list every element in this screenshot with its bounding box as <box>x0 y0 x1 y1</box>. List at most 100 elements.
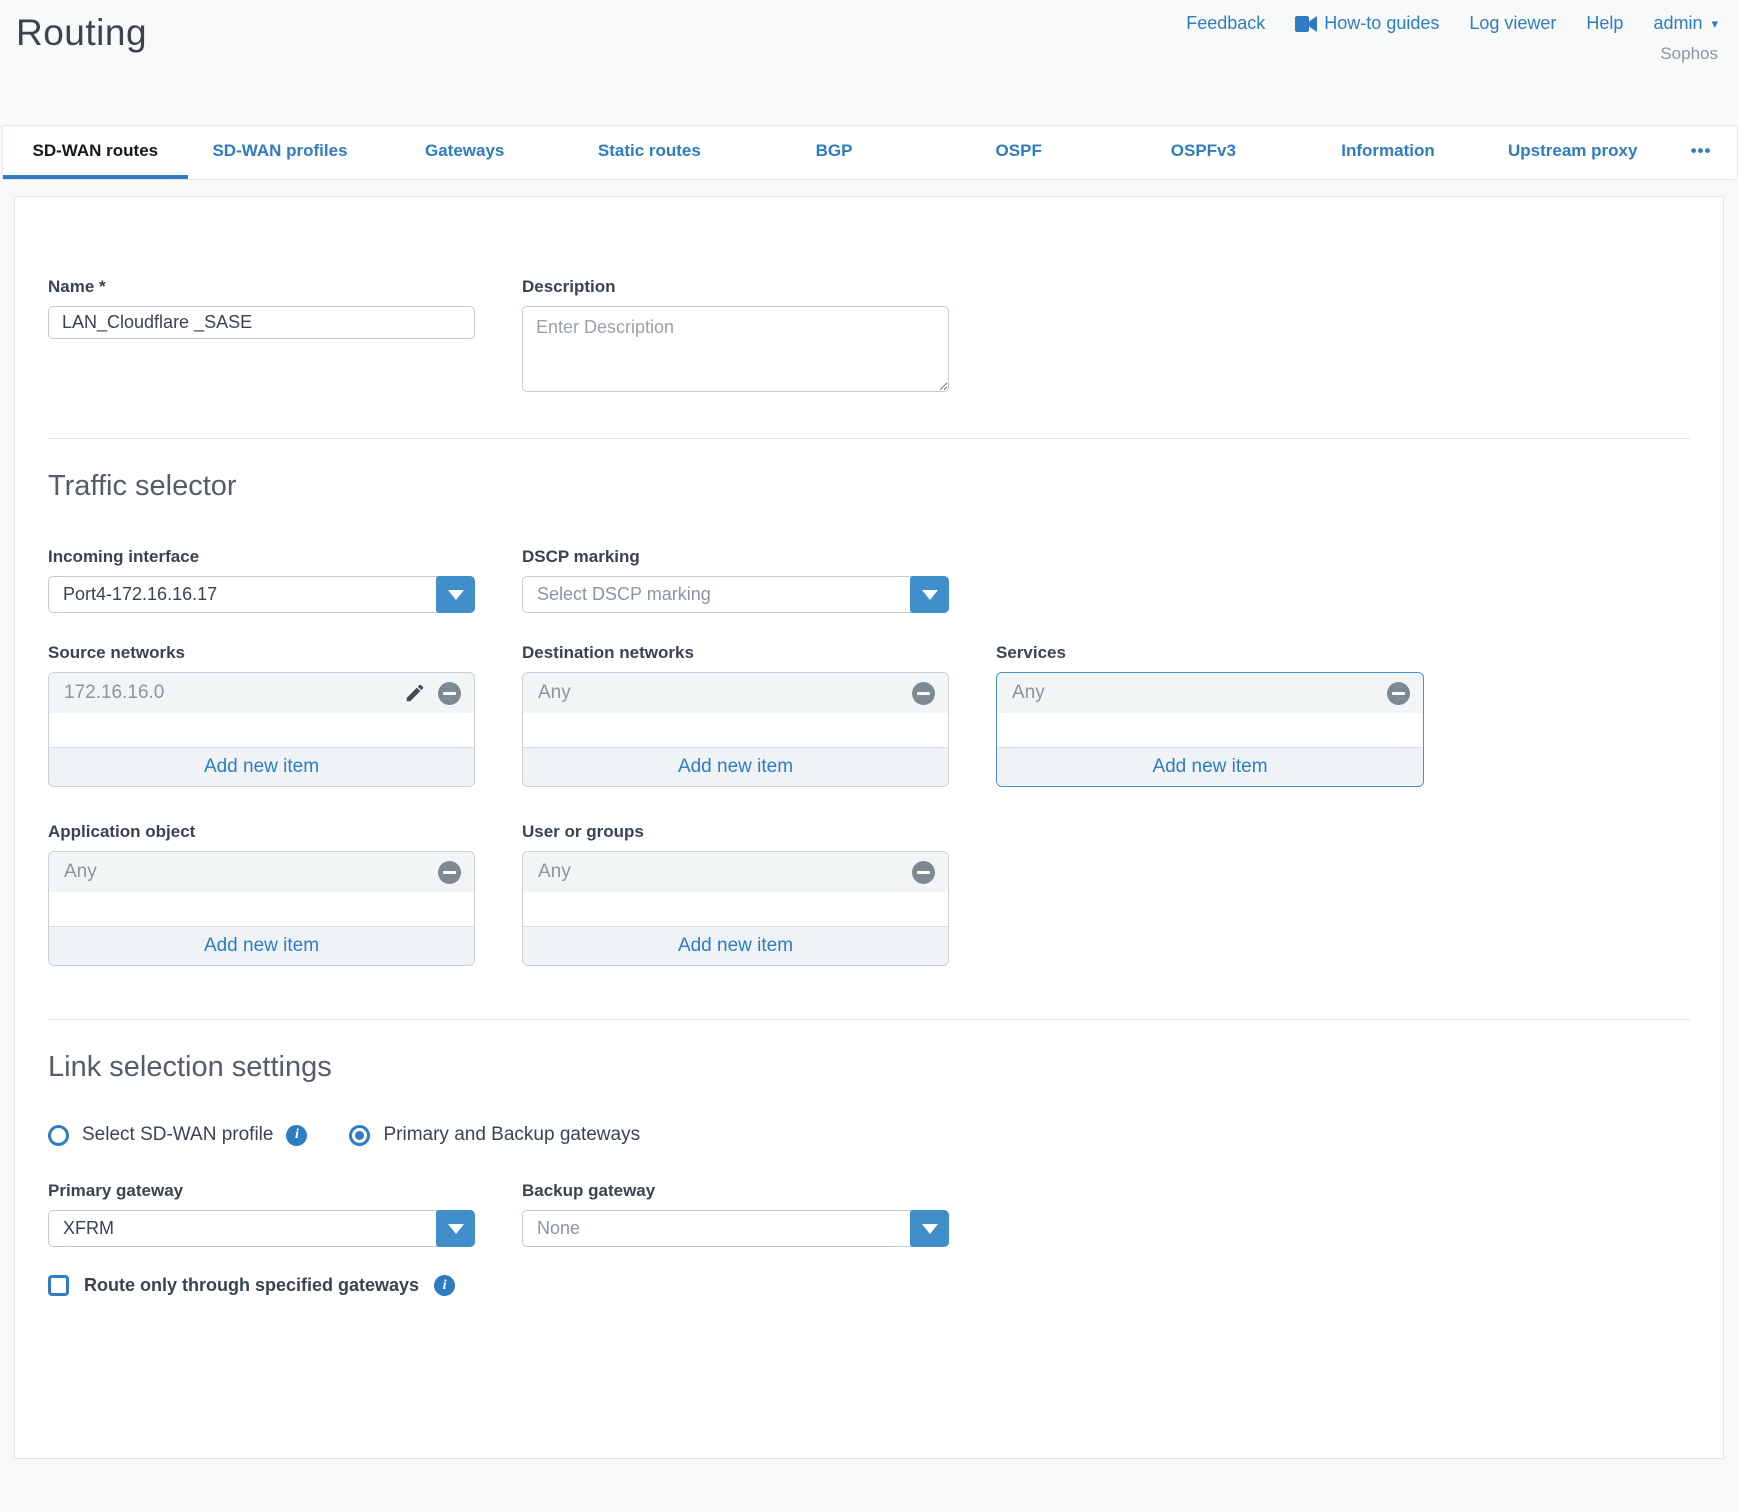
info-icon[interactable]: i <box>434 1275 455 1296</box>
primary-gateway-value: XFRM <box>63 1218 114 1239</box>
route-form-card: Name * Description Traffic selector Inco… <box>14 196 1724 1459</box>
howto-guides-link[interactable]: How-to guides <box>1295 13 1439 34</box>
application-object-listbox: Any Add new item <box>48 851 475 966</box>
remove-minus-icon[interactable] <box>438 861 461 884</box>
app-user-row: Application object Any Add new item User… <box>48 822 1690 966</box>
info-icon[interactable]: i <box>286 1125 307 1146</box>
primary-gateway-select[interactable]: XFRM <box>48 1210 475 1247</box>
source-networks-listbox: 172.16.16.0 Add new item <box>48 672 475 787</box>
backup-gateway-value: None <box>537 1218 580 1239</box>
remove-minus-icon[interactable] <box>1387 682 1410 705</box>
dropdown-button[interactable] <box>910 1210 949 1247</box>
route-only-checkbox[interactable] <box>48 1275 69 1296</box>
help-link[interactable]: Help <box>1586 13 1623 34</box>
application-object-label: Application object <box>48 822 475 842</box>
dropdown-button[interactable] <box>436 1210 475 1247</box>
radio-select-sdwan-profile[interactable]: Select SD-WAN profile i <box>48 1124 307 1146</box>
edit-pencil-icon[interactable] <box>404 682 426 704</box>
incoming-interface-label: Incoming interface <box>48 547 475 567</box>
backup-gateway-label: Backup gateway <box>522 1181 949 1201</box>
list-item-value: Any <box>64 861 426 883</box>
route-only-checkbox-row: Route only through specified gateways i <box>48 1275 1690 1296</box>
remove-minus-icon[interactable] <box>912 861 935 884</box>
primary-gateway-label: Primary gateway <box>48 1181 475 1201</box>
name-description-row: Name * Description <box>48 277 1690 397</box>
tab-ospf[interactable]: OSPF <box>926 126 1111 179</box>
list-item-value: Any <box>1012 682 1375 704</box>
route-only-checkbox-label: Route only through specified gateways <box>84 1275 419 1296</box>
section-divider <box>48 438 1690 439</box>
link-selection-heading: Link selection settings <box>48 1051 1690 1084</box>
tab-static-routes[interactable]: Static routes <box>557 126 742 179</box>
chevron-down-icon <box>922 1224 938 1234</box>
description-textarea[interactable] <box>522 306 949 392</box>
tab-bgp[interactable]: BGP <box>742 126 927 179</box>
top-nav: Feedback How-to guides Log viewer Help a… <box>1186 13 1718 34</box>
page-header: Routing Feedback How-to guides Log viewe… <box>0 0 1738 125</box>
tab-overflow-ellipsis-icon[interactable]: ••• <box>1665 126 1737 179</box>
radio-icon[interactable] <box>349 1125 370 1146</box>
log-viewer-label: Log viewer <box>1469 13 1556 34</box>
source-networks-label: Source networks <box>48 643 475 663</box>
tab-sdwan-routes[interactable]: SD-WAN routes <box>3 126 188 179</box>
interface-dscp-row: Incoming interface Port4-172.16.16.17 DS… <box>48 547 1690 613</box>
destination-networks-listbox: Any Add new item <box>522 672 949 787</box>
gateways-row: Primary gateway XFRM Backup gateway None <box>48 1181 1690 1247</box>
tab-information[interactable]: Information <box>1296 126 1481 179</box>
link-mode-radio-group: Select SD-WAN profile i Primary and Back… <box>48 1124 1690 1146</box>
listbox-spacer <box>523 713 948 747</box>
tab-upstream-proxy[interactable]: Upstream proxy <box>1480 126 1665 179</box>
traffic-selector-heading: Traffic selector <box>48 470 1690 503</box>
add-new-item-button[interactable]: Add new item <box>49 747 474 786</box>
caret-down-icon: ▾ <box>1711 16 1718 32</box>
add-new-item-button[interactable]: Add new item <box>523 926 948 965</box>
list-item-value: Any <box>538 861 900 883</box>
add-new-item-button[interactable]: Add new item <box>523 747 948 786</box>
tab-sdwan-profiles[interactable]: SD-WAN profiles <box>188 126 373 179</box>
help-label: Help <box>1586 13 1623 34</box>
remove-minus-icon[interactable] <box>438 682 461 705</box>
section-divider <box>48 1019 1690 1020</box>
video-camera-icon <box>1295 16 1317 32</box>
backup-gateway-select[interactable]: None <box>522 1210 949 1247</box>
remove-minus-icon[interactable] <box>912 682 935 705</box>
dscp-marking-placeholder: Select DSCP marking <box>537 584 711 605</box>
services-label: Services <box>996 643 1424 663</box>
brand-text: Sophos <box>1660 44 1718 64</box>
listbox-spacer <box>523 892 948 926</box>
tab-gateways[interactable]: Gateways <box>372 126 557 179</box>
chevron-down-icon <box>922 590 938 600</box>
listbox-spacer <box>49 892 474 926</box>
list-item: Any <box>997 673 1423 713</box>
incoming-interface-value: Port4-172.16.16.17 <box>63 584 217 605</box>
services-listbox: Any Add new item <box>996 672 1424 787</box>
incoming-interface-select[interactable]: Port4-172.16.16.17 <box>48 576 475 613</box>
dscp-marking-select[interactable]: Select DSCP marking <box>522 576 949 613</box>
networks-row: Source networks 172.16.16.0 Add new item… <box>48 643 1690 787</box>
radio-primary-backup-gateways[interactable]: Primary and Backup gateways <box>349 1124 640 1146</box>
feedback-link[interactable]: Feedback <box>1186 13 1265 34</box>
list-item: Any <box>523 673 948 713</box>
log-viewer-link[interactable]: Log viewer <box>1469 13 1556 34</box>
dropdown-button[interactable] <box>436 576 475 613</box>
user-menu[interactable]: admin ▾ <box>1653 13 1718 34</box>
dropdown-button[interactable] <box>910 576 949 613</box>
listbox-spacer <box>997 713 1423 747</box>
howto-guides-label: How-to guides <box>1324 13 1439 34</box>
user-menu-label: admin <box>1653 13 1702 34</box>
list-item: 172.16.16.0 <box>49 673 474 713</box>
user-or-groups-listbox: Any Add new item <box>522 851 949 966</box>
list-item: Any <box>49 852 474 892</box>
list-item-value: 172.16.16.0 <box>64 682 392 704</box>
name-input[interactable] <box>48 306 475 339</box>
chevron-down-icon <box>448 1224 464 1234</box>
tab-ospfv3[interactable]: OSPFv3 <box>1111 126 1296 179</box>
add-new-item-button[interactable]: Add new item <box>997 747 1423 786</box>
listbox-spacer <box>49 713 474 747</box>
dscp-marking-label: DSCP marking <box>522 547 949 567</box>
add-new-item-button[interactable]: Add new item <box>49 926 474 965</box>
user-or-groups-label: User or groups <box>522 822 949 842</box>
chevron-down-icon <box>448 590 464 600</box>
radio-icon[interactable] <box>48 1125 69 1146</box>
description-label: Description <box>522 277 949 297</box>
